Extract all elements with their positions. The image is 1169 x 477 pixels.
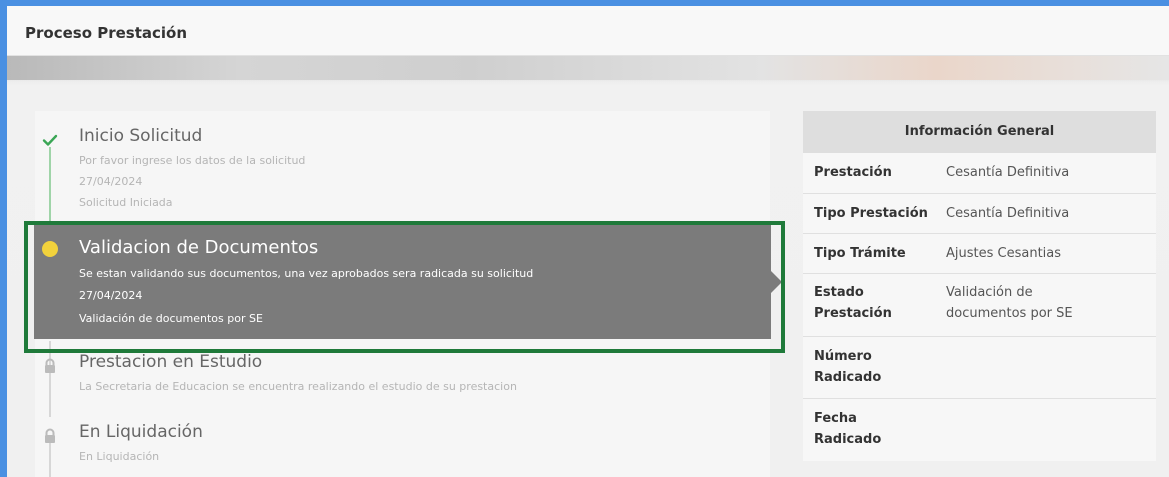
info-label: Estado — [814, 285, 864, 300]
lock-icon — [45, 358, 55, 373]
info-row-numero-radicado: Número Radicado — [803, 337, 1156, 399]
step-date: 27/04/2024 — [79, 175, 143, 188]
step-description: La Secretaria de Educacion se encuentra … — [79, 380, 517, 393]
info-panel: Información General Prestación Cesantía … — [803, 111, 1156, 461]
info-value: Cesantía Definitiva — [946, 206, 1070, 221]
info-value: Cesantía Definitiva — [946, 165, 1070, 180]
info-label: Tipo Prestación — [814, 206, 928, 221]
info-label: Radicado — [814, 370, 882, 385]
step-description: Por favor ingrese los datos de la solici… — [79, 154, 306, 167]
step-status: Solicitud Iniciada — [79, 196, 173, 209]
info-row-tipo-prestacion: Tipo Prestación Cesantía Definitiva — [803, 194, 1156, 234]
step-title: Prestacion en Estudio — [79, 352, 263, 372]
info-value: Validación de — [946, 285, 1033, 300]
info-row-estado-prestacion: Estado Prestación Validación de document… — [803, 274, 1156, 337]
step-title: Inicio Solicitud — [79, 126, 203, 146]
timeline-step-en-liquidacion: En Liquidación En Liquidación — [35, 419, 770, 477]
info-value: Ajustes Cesantias — [946, 246, 1062, 261]
timeline-step-prestacion-en-estudio: Prestacion en Estudio La Secretaria de E… — [35, 349, 770, 405]
step-title: En Liquidación — [79, 422, 203, 442]
page-header: Proceso Prestación — [7, 6, 1169, 56]
info-label: Fecha — [814, 411, 857, 426]
info-label: Prestación — [814, 165, 892, 180]
info-label: Prestación — [814, 306, 892, 321]
info-label: Número — [814, 349, 872, 364]
info-row-tipo-tramite: Tipo Trámite Ajustes Cesantias — [803, 234, 1156, 274]
info-value: documentos por SE — [946, 306, 1073, 321]
info-row-fecha-radicado: Fecha Radicado — [803, 399, 1156, 461]
step-description: En Liquidación — [79, 450, 160, 463]
info-label: Radicado — [814, 432, 882, 447]
info-label: Tipo Trámite — [814, 246, 906, 261]
banner-image — [7, 56, 1169, 80]
lock-icon — [45, 428, 55, 443]
info-panel-title: Información General — [803, 111, 1156, 153]
page-title: Proceso Prestación — [25, 24, 188, 42]
check-icon — [42, 134, 58, 146]
highlight-box — [24, 221, 785, 353]
info-row-prestacion: Prestación Cesantía Definitiva — [803, 153, 1156, 194]
timeline-step-inicio-solicitud: Inicio Solicitud Por favor ingrese los d… — [35, 111, 770, 223]
